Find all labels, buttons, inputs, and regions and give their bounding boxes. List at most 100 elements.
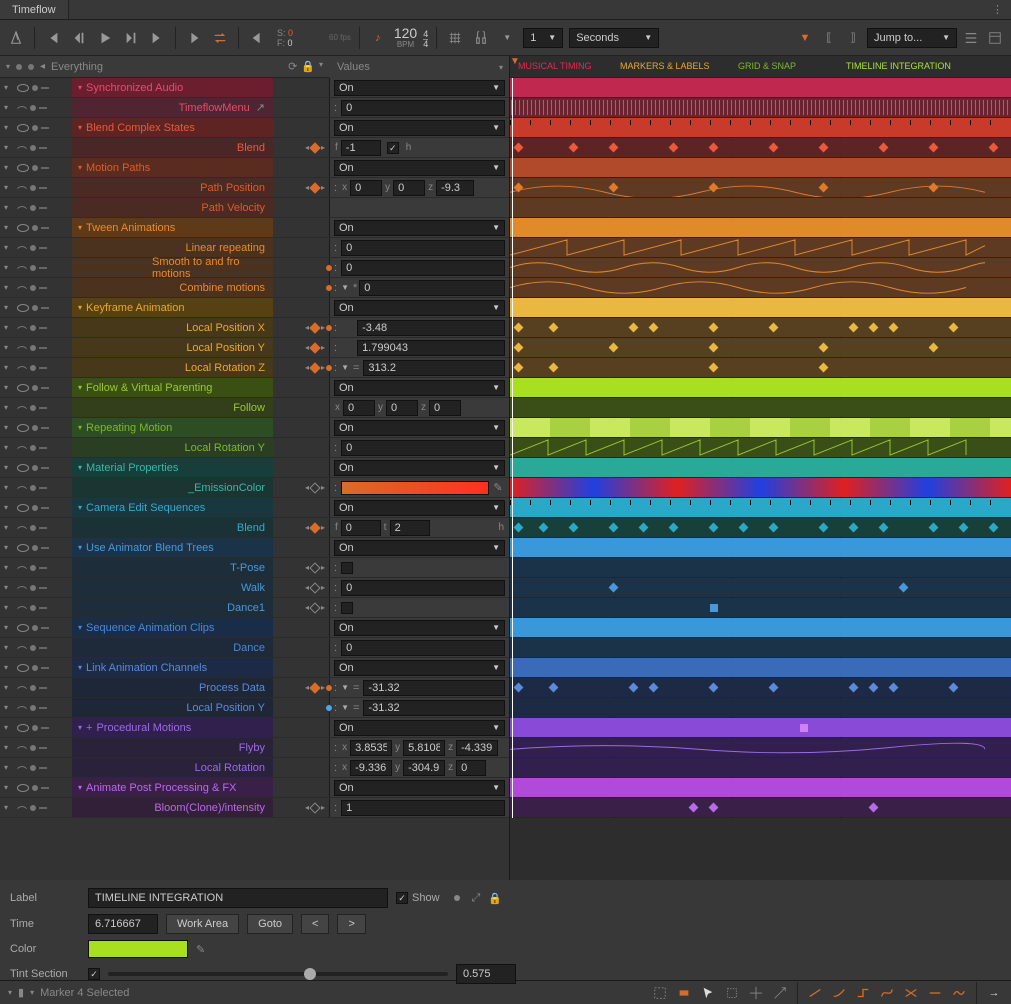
track-label[interactable]: ▾Camera Edit Sequences [72, 498, 273, 517]
chevron-down-icon[interactable]: ▾ [6, 62, 10, 71]
curve-icon[interactable]: ⌒ [17, 183, 27, 193]
next-key-icon[interactable]: ▸ [321, 523, 325, 532]
keyframe-diamond-icon[interactable] [309, 682, 320, 693]
eye-icon[interactable] [17, 504, 29, 512]
track-label[interactable]: ▾Sequence Animation Clips [72, 618, 273, 637]
goto-button[interactable]: Goto [247, 914, 293, 934]
on-off-select[interactable]: On▼ [334, 380, 505, 396]
chevron-down-icon[interactable]: ▾ [4, 783, 14, 793]
chevron-down-icon[interactable]: ▼ [341, 683, 349, 692]
dash-icon[interactable] [41, 507, 49, 509]
track-label[interactable]: Local Position X [72, 318, 273, 337]
curve-auto-icon[interactable] [950, 984, 968, 1002]
marker-timeline[interactable]: TIMELINE INTEGRATION [840, 58, 957, 74]
keyframe-icon[interactable] [669, 143, 679, 153]
move-icon[interactable] [747, 984, 765, 1002]
marker-labels[interactable]: MARKERS & LABELS [614, 58, 716, 74]
timeline-lane[interactable] [510, 738, 1011, 758]
curve-step-icon[interactable] [854, 984, 872, 1002]
marker-musical[interactable]: MUSICAL TIMING [512, 58, 598, 74]
value-input[interactable] [343, 400, 375, 416]
timeline-lane[interactable] [510, 518, 1011, 538]
time-number-select[interactable]: 1▼ [523, 28, 563, 48]
next-key-icon[interactable]: ▸ [321, 583, 325, 592]
chevron-down-icon[interactable]: ▾ [78, 723, 82, 732]
dot-icon[interactable] [30, 525, 36, 531]
dot-icon[interactable] [30, 605, 36, 611]
track-label[interactable]: ▾Motion Paths [72, 158, 273, 177]
timeline-lane[interactable] [510, 298, 1011, 318]
timeline-markers-row[interactable]: ▼ MUSICAL TIMING MARKERS & LABELS GRID &… [510, 56, 1011, 78]
curve-icon[interactable]: ⌒ [17, 103, 27, 113]
timeline-lane[interactable] [510, 558, 1011, 578]
next-key-icon[interactable]: ▸ [321, 603, 325, 612]
label-input[interactable] [88, 888, 388, 908]
keyframe-icon[interactable] [869, 323, 879, 333]
track-label[interactable]: ▾Tween Animations [72, 218, 273, 237]
value-input[interactable] [341, 800, 505, 816]
chevron-down-icon[interactable]: ▾ [4, 283, 14, 293]
timeline-lane[interactable] [510, 578, 1011, 598]
value-input[interactable] [456, 760, 486, 776]
dot-icon[interactable] [30, 445, 36, 451]
track-label[interactable]: Dance [72, 638, 273, 657]
dot-icon[interactable] [30, 265, 36, 271]
curve-linear-icon[interactable] [806, 984, 824, 1002]
chevron-down-icon[interactable]: ▾ [4, 663, 14, 673]
value-input[interactable] [341, 440, 505, 456]
chevron-down-icon[interactable]: ▾ [4, 263, 14, 273]
track-label[interactable]: Smooth to and fro motions [72, 258, 273, 277]
keyframe-icon[interactable] [879, 143, 889, 153]
play-icon[interactable] [95, 28, 115, 48]
curve-icon[interactable]: ⌒ [17, 203, 27, 213]
chevron-down-icon[interactable]: ▾ [78, 163, 82, 172]
chevron-down-icon[interactable]: ▾ [78, 83, 82, 92]
keyframe-icon[interactable] [849, 323, 859, 333]
chevron-down-icon[interactable]: ▾ [4, 803, 14, 813]
step-forward-icon[interactable] [121, 28, 141, 48]
curve-icon[interactable]: ⌒ [17, 583, 27, 593]
curve-icon[interactable]: ⌒ [17, 323, 27, 333]
chevron-down-icon[interactable]: ▾ [4, 423, 14, 433]
eye-icon[interactable] [17, 224, 29, 232]
keyframe-icon[interactable] [819, 343, 829, 353]
keyframe-icon[interactable] [769, 323, 779, 333]
keyframe-diamond-icon[interactable] [309, 602, 320, 613]
on-off-select[interactable]: On▼ [334, 620, 505, 636]
metronome-icon[interactable] [6, 28, 26, 48]
arrow-right-icon[interactable]: → [985, 984, 1003, 1002]
chevron-down-icon[interactable]: ▾ [4, 763, 14, 773]
value-input[interactable] [363, 680, 505, 696]
curve-icon[interactable]: ⌒ [17, 763, 27, 773]
dash-icon[interactable] [39, 107, 47, 109]
track-label[interactable]: Local Position Y [72, 338, 273, 357]
time-unit-select[interactable]: Seconds▼ [569, 28, 659, 48]
timeline-lane[interactable] [510, 538, 1011, 558]
dot-icon[interactable] [30, 585, 36, 591]
keyframe-icon[interactable] [819, 523, 829, 533]
dash-icon[interactable] [39, 407, 47, 409]
keyframe-icon[interactable] [849, 523, 859, 533]
chevron-down-icon[interactable]: ▾ [4, 643, 14, 653]
next-key-icon[interactable]: ▸ [321, 183, 325, 192]
keyframe-icon[interactable] [949, 683, 959, 693]
timeline-lane[interactable] [510, 318, 1011, 338]
chevron-down-icon[interactable]: ▾ [4, 583, 14, 593]
chevron-left-icon[interactable]: ◂ [40, 61, 45, 72]
curve-icon[interactable]: ⌒ [17, 343, 27, 353]
chevron-down-icon[interactable]: ▾ [8, 988, 12, 997]
chevron-down-icon[interactable]: ▾ [4, 323, 14, 333]
value-input[interactable] [403, 740, 445, 756]
value-input[interactable] [436, 180, 474, 196]
keyframe-icon[interactable] [629, 683, 639, 693]
timeline-lane[interactable] [510, 618, 1011, 638]
keyframe-icon[interactable] [649, 683, 659, 693]
value-input[interactable] [456, 740, 498, 756]
value-input[interactable] [363, 360, 505, 376]
chevron-down-icon[interactable]: ▾ [4, 483, 14, 493]
eye-icon[interactable] [17, 384, 29, 392]
chevron-down-icon[interactable]: ▾ [4, 723, 14, 733]
keyframe-icon[interactable] [639, 523, 649, 533]
keyframe-icon[interactable] [569, 523, 579, 533]
track-label[interactable]: Blend [72, 138, 273, 157]
